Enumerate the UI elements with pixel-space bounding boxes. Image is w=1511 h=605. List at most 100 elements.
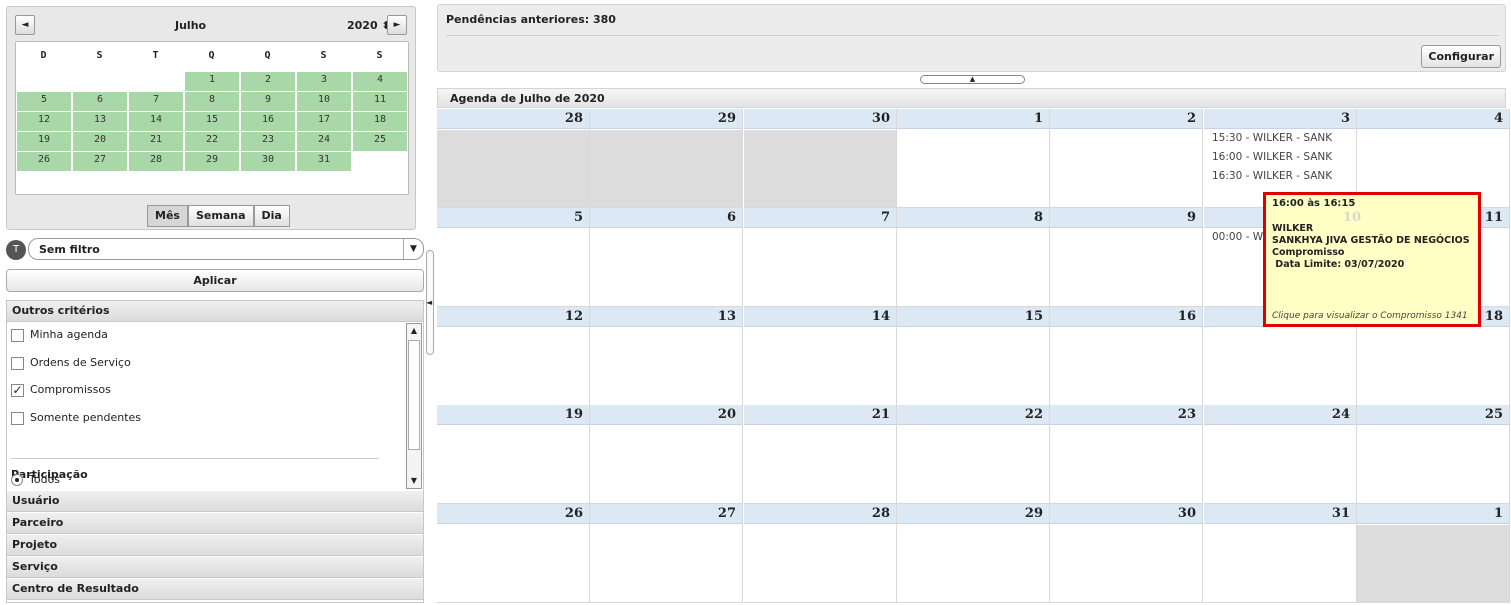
checkbox[interactable]: [11, 328, 24, 342]
calendar-day-cell[interactable]: 19: [437, 405, 590, 504]
view-month-button[interactable]: Mês: [147, 205, 188, 227]
mini-calendar-day[interactable]: 20: [73, 132, 127, 151]
calendar-day-cell[interactable]: 26: [437, 504, 590, 603]
calendar-day-cell[interactable]: 29: [590, 109, 743, 208]
calendar-day-cell[interactable]: 23: [1050, 405, 1203, 504]
filter-select[interactable]: Sem filtro ▼: [28, 238, 424, 260]
configure-button[interactable]: Configurar: [1421, 45, 1501, 68]
mini-calendar-day[interactable]: 17: [297, 112, 351, 131]
mini-calendar-day[interactable]: 21: [129, 132, 183, 151]
year-selector[interactable]: 2020 ⬍: [347, 19, 391, 32]
criteria-item-compromissos[interactable]: ✓ Compromissos: [11, 382, 111, 400]
calendar-day-cell[interactable]: 8: [897, 208, 1050, 307]
mini-calendar-day[interactable]: 10: [297, 92, 351, 111]
calendar-day-cell[interactable]: 22: [897, 405, 1050, 504]
calendar-day-cell[interactable]: 15: [897, 307, 1050, 406]
checkbox-checked[interactable]: ✓: [11, 383, 24, 397]
next-month-button[interactable]: ►: [387, 15, 407, 35]
mini-calendar-day[interactable]: 31: [297, 152, 351, 171]
calendar-day-cell[interactable]: 1: [897, 109, 1050, 208]
calendar-day-cell[interactable]: 6: [590, 208, 743, 307]
calendar-event[interactable]: 16:30 - WILKER - SANK: [1212, 170, 1332, 182]
mini-calendar-day[interactable]: 8: [185, 92, 239, 111]
calendar-day-cell[interactable]: 7: [744, 208, 897, 307]
mini-calendar-day[interactable]: 29: [185, 152, 239, 171]
mini-calendar-day[interactable]: 1: [185, 72, 239, 91]
calendar-day-cell[interactable]: 1: [1357, 504, 1510, 603]
calendar-day-cell[interactable]: 21: [744, 405, 897, 504]
checkbox[interactable]: [11, 411, 24, 425]
mini-calendar-day[interactable]: 5: [17, 92, 71, 111]
mini-calendar-day[interactable]: 16: [241, 112, 295, 131]
calendar-day-cell[interactable]: 25: [1357, 405, 1510, 504]
calendar-day-cell[interactable]: 28: [437, 109, 590, 208]
accordion-servico[interactable]: Serviço: [7, 557, 423, 578]
accordion-projeto[interactable]: Projeto: [7, 535, 423, 556]
calendar-day-cell[interactable]: 13: [590, 307, 743, 406]
accordion-parceiro[interactable]: Parceiro: [7, 513, 423, 534]
mini-calendar-day[interactable]: 2: [241, 72, 295, 91]
calendar-day-cell[interactable]: 20: [590, 405, 743, 504]
criteria-header[interactable]: Outros critérios: [7, 301, 423, 322]
radio-selected[interactable]: [11, 474, 23, 486]
view-day-button[interactable]: Dia: [253, 205, 290, 227]
calendar-day-cell[interactable]: 27: [590, 504, 743, 603]
mini-calendar-day[interactable]: 14: [129, 112, 183, 131]
calendar-day-cell[interactable]: 9: [1050, 208, 1203, 307]
mini-calendar-day[interactable]: 9: [241, 92, 295, 111]
mini-calendar-day[interactable]: 22: [185, 132, 239, 151]
tooltip-open-link[interactable]: Clique para visualizar o Compromisso 134…: [1272, 311, 1468, 321]
criteria-item-minha-agenda[interactable]: Minha agenda: [11, 327, 108, 345]
mini-calendar-day[interactable]: 30: [241, 152, 295, 171]
mini-calendar-day[interactable]: 26: [17, 152, 71, 171]
prev-month-button[interactable]: ◄: [15, 15, 35, 35]
apply-button[interactable]: Aplicar: [6, 269, 424, 292]
accordion-usuario[interactable]: Usuário: [7, 491, 423, 512]
scroll-down-icon[interactable]: ▼: [407, 474, 421, 488]
view-week-button[interactable]: Semana: [187, 205, 254, 227]
scroll-up-icon[interactable]: ▲: [407, 324, 421, 338]
pending-count-label: Pendências anteriores: 380: [446, 13, 616, 26]
calendar-day-cell[interactable]: 29: [897, 504, 1050, 603]
calendar-day-cell[interactable]: 28: [744, 504, 897, 603]
mini-calendar-day[interactable]: 12: [17, 112, 71, 131]
calendar-event[interactable]: 15:30 - WILKER - SANK: [1212, 132, 1332, 144]
mini-calendar-day[interactable]: 3: [297, 72, 351, 91]
calendar-day-cell[interactable]: 24: [1204, 405, 1357, 504]
calendar-day-cell[interactable]: 12: [437, 307, 590, 406]
calendar-day-cell[interactable]: 31: [1204, 504, 1357, 603]
calendar-day-cell[interactable]: 30: [744, 109, 897, 208]
accordion-centro-resultado[interactable]: Centro de Resultado: [7, 579, 423, 600]
calendar-day-cell[interactable]: 2: [1050, 109, 1203, 208]
criteria-item-somente-pendentes[interactable]: Somente pendentes: [11, 410, 141, 428]
checkbox[interactable]: [11, 356, 24, 370]
filter-icon[interactable]: T: [6, 240, 26, 260]
event-tooltip[interactable]: 16:00 às 16:15 10 WILKER SANKHYA JIVA GE…: [1263, 192, 1481, 327]
calendar-day-cell[interactable]: 5: [437, 208, 590, 307]
mini-calendar-day[interactable]: 24: [297, 132, 351, 151]
mini-calendar-day[interactable]: 28: [129, 152, 183, 171]
scroll-thumb[interactable]: [408, 340, 420, 450]
collapse-left-icon[interactable]: ◄: [426, 298, 432, 307]
chevron-down-icon[interactable]: ▼: [403, 239, 423, 259]
mini-calendar-day[interactable]: 27: [73, 152, 127, 171]
criteria-item-ordens-servico[interactable]: Ordens de Serviço: [11, 355, 131, 373]
mini-calendar-day[interactable]: 23: [241, 132, 295, 151]
calendar-day-cell[interactable]: 30: [1050, 504, 1203, 603]
mini-calendar-day[interactable]: 11: [353, 92, 407, 111]
calendar-day-cell[interactable]: 14: [744, 307, 897, 406]
mini-calendar-day[interactable]: 25: [353, 132, 407, 151]
mini-calendar-day[interactable]: 15: [185, 112, 239, 131]
participation-option-todos[interactable]: Todos: [11, 472, 60, 490]
collapse-toolbar-handle[interactable]: ▲: [920, 75, 1025, 84]
mini-calendar-day[interactable]: 7: [129, 92, 183, 111]
mini-calendar-day[interactable]: 19: [17, 132, 71, 151]
mini-calendar-day[interactable]: 6: [73, 92, 127, 111]
mini-calendar-day[interactable]: 13: [73, 112, 127, 131]
mini-calendar-day[interactable]: 4: [353, 72, 407, 91]
calendar-event[interactable]: 00:00 - W: [1212, 231, 1263, 243]
calendar-event[interactable]: 16:00 - WILKER - SANK: [1212, 151, 1332, 163]
mini-calendar-day[interactable]: 18: [353, 112, 407, 131]
criteria-scrollbar[interactable]: ▲ ▼: [406, 323, 422, 489]
calendar-day-cell[interactable]: 16: [1050, 307, 1203, 406]
